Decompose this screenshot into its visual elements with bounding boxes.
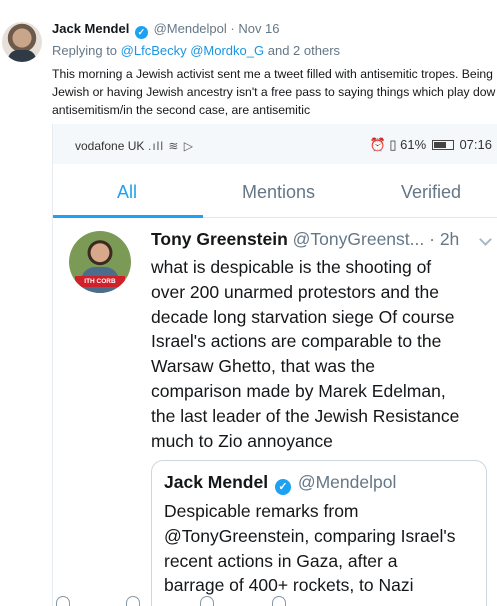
- quoted-tweet-header: Jack Mendel ✓ @Mendelpol: [164, 472, 396, 495]
- verified-icon: ✓: [134, 26, 148, 39]
- outer-author-name[interactable]: Jack Mendel: [52, 21, 129, 36]
- like-icon[interactable]: [200, 596, 214, 606]
- active-tab-indicator: [53, 215, 203, 218]
- notification-tabs: All Mentions Verified: [53, 164, 497, 218]
- tweet-text-line: Warsaw Ghetto, that was the: [151, 356, 376, 377]
- tweet-avatar[interactable]: ITH CORB: [69, 231, 131, 293]
- outer-tweet-date[interactable]: · Nov 16: [230, 21, 279, 36]
- quoted-text-line: recent actions in Gaza, after a: [164, 550, 398, 571]
- battery-icon: [431, 140, 454, 150]
- attached-screenshot[interactable]: vodafone UK .ıll ≋ ▷ ⏰ ▯ 61% 07:16 All M…: [52, 124, 497, 606]
- tweet-actions: [52, 596, 452, 606]
- quoted-author-name: Jack Mendel: [164, 472, 269, 492]
- outer-author-handle[interactable]: @Mendelpol: [154, 21, 227, 36]
- battery-percent: 61%: [400, 137, 427, 152]
- outer-tweet-header: Jack Mendel ✓ @Mendelpol · Nov 16: [52, 21, 280, 39]
- tweet-header: Tony Greenstein @TonyGreenst... · 2h: [151, 229, 459, 250]
- tab-verified[interactable]: Verified: [401, 182, 461, 203]
- tweet-author-handle[interactable]: @TonyGreenst...: [293, 229, 425, 249]
- message-icon[interactable]: [272, 596, 286, 606]
- outer-text-line: Jewish or having Jewish ancestry isn't a…: [52, 85, 496, 99]
- quoted-text-line: Despicable remarks from: [164, 501, 359, 521]
- outer-text-line: This morning a Jewish activist sent me a…: [52, 67, 493, 81]
- chevron-down-icon[interactable]: [479, 233, 492, 246]
- carrier-label: vodafone UK: [75, 139, 145, 153]
- vibrate-icon: ▯: [389, 137, 397, 152]
- avatar-banner: ITH CORB: [75, 276, 125, 287]
- tweet-text-line: Israel's actions are comparable to the: [151, 331, 442, 352]
- tweet-text: what is despicable is the shooting of ov…: [151, 255, 496, 453]
- tweet-text-line: the last leader of the Jewish Resistance: [151, 405, 460, 426]
- alarm-icon: ⏰: [369, 137, 386, 152]
- quoted-author-handle: @Mendelpol: [297, 472, 397, 492]
- tweet-text-line: what is despicable is the shooting of: [151, 257, 432, 277]
- tweet-text-line: decade long starvation siege Of course: [151, 306, 455, 327]
- avatar-shirt: [8, 50, 36, 62]
- tweet-author-name[interactable]: Tony Greenstein: [151, 229, 288, 249]
- outer-tweet-text: This morning a Jewish activist sent me a…: [52, 65, 497, 119]
- verified-icon: ✓: [274, 479, 291, 495]
- reply-suffix[interactable]: and 2 others: [268, 43, 340, 58]
- clock-time: 07:16: [459, 137, 492, 152]
- tweet-text-line: much to Zio annoyance: [151, 430, 333, 451]
- tweet-time[interactable]: · 2h: [429, 229, 459, 249]
- reply-icon[interactable]: [56, 596, 70, 606]
- quoted-text-line: barrage of 400+ rockets, to Nazi: [164, 575, 414, 596]
- tab-mentions[interactable]: Mentions: [242, 182, 315, 203]
- reply-context: Replying to @LfcBecky @Mordko_G and 2 ot…: [52, 43, 340, 58]
- outer-text-line: antisemitism/in the second case, are ant…: [52, 103, 311, 117]
- outer-avatar[interactable]: [2, 22, 42, 62]
- retweet-icon[interactable]: [126, 596, 140, 606]
- reply-users-link[interactable]: @LfcBecky @Mordko_G: [121, 43, 264, 58]
- tweet-text-line: over 200 unarmed protestors and the: [151, 281, 439, 302]
- phone-status-bar: vodafone UK .ıll ≋ ▷ ⏰ ▯ 61% 07:16: [53, 124, 497, 164]
- quoted-tweet[interactable]: Jack Mendel ✓ @Mendelpol Despicable rema…: [151, 460, 487, 606]
- signal-icon: .ıll ≋ ▷: [148, 139, 194, 153]
- status-right: ⏰ ▯ 61% 07:16: [370, 137, 492, 153]
- quoted-tweet-text: Despicable remarks from @TonyGreenstein,…: [164, 499, 456, 598]
- reply-prefix: Replying to: [52, 43, 118, 58]
- tweet-text-line: comparison made by Marek Edelman,: [151, 380, 446, 401]
- tab-all[interactable]: All: [117, 182, 137, 203]
- quoted-text-line: @TonyGreenstein, comparing Israel's: [164, 525, 456, 546]
